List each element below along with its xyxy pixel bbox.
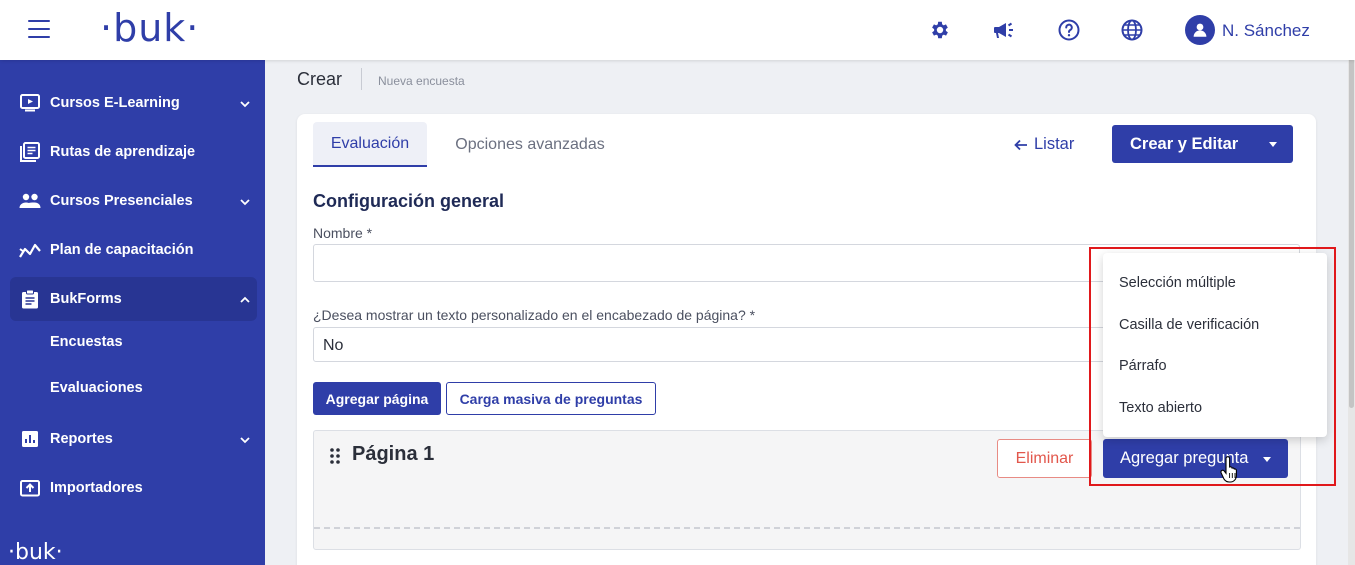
tab-opciones-avanzadas[interactable]: Opciones avanzadas xyxy=(440,122,620,167)
scrollbar[interactable] xyxy=(1348,0,1355,565)
menu-item-seleccion-multiple[interactable]: Selección múltiple xyxy=(1119,275,1236,291)
section-title: Configuración general xyxy=(313,191,505,211)
book-list-icon xyxy=(18,140,42,164)
breadcrumb-sub: Nueva encuesta xyxy=(378,74,465,88)
sidebar: Cursos E-Learning Rutas de aprendizaje C… xyxy=(0,60,265,565)
sidebar-subitem-encuestas[interactable]: Encuestas xyxy=(50,334,123,350)
gear-icon[interactable] xyxy=(926,16,954,44)
delete-page-button[interactable]: Eliminar xyxy=(997,439,1092,478)
sidebar-item-label: Reportes xyxy=(50,431,113,447)
sidebar-item-label: Plan de capacitación xyxy=(50,242,194,258)
chevron-down-icon xyxy=(239,193,251,211)
sidebar-item-importadores[interactable]: Importadores xyxy=(10,466,257,510)
top-header: ·buk· N. Sánchez xyxy=(0,0,1355,60)
username[interactable]: N. Sánchez xyxy=(1222,21,1310,41)
chevron-up-icon xyxy=(239,291,251,309)
user-icon[interactable] xyxy=(1185,15,1215,45)
upload-icon xyxy=(18,476,42,500)
buk-logo[interactable]: ·buk· xyxy=(100,6,199,50)
listar-label: Listar xyxy=(1034,135,1075,153)
sidebar-item-label: Importadores xyxy=(50,480,143,496)
caret-down-icon[interactable] xyxy=(1269,142,1277,147)
drag-handle-icon[interactable] xyxy=(330,448,340,464)
sidebar-subitem-evaluaciones[interactable]: Evaluaciones xyxy=(50,380,143,396)
hand-cursor-icon xyxy=(1220,456,1240,484)
play-screen-icon xyxy=(18,91,42,115)
sidebar-item-cursos-presenciales[interactable]: Cursos Presenciales xyxy=(10,179,257,223)
sidebar-item-reportes[interactable]: Reportes xyxy=(10,417,257,461)
sidebar-item-label: Cursos Presenciales xyxy=(50,193,193,209)
chevron-down-icon xyxy=(239,95,251,113)
arrow-left-icon xyxy=(1014,139,1028,151)
page-title: Crear xyxy=(297,69,343,89)
bulk-questions-button[interactable]: Carga masiva de preguntas xyxy=(446,382,656,415)
breadcrumb-divider xyxy=(361,68,362,90)
menu-item-texto-abierto[interactable]: Texto abierto xyxy=(1119,400,1202,416)
page-title-1: Página 1 xyxy=(352,443,435,465)
add-page-button[interactable]: Agregar página xyxy=(313,382,441,415)
megaphone-icon[interactable] xyxy=(990,16,1018,44)
caret-down-icon xyxy=(1263,457,1271,462)
sidebar-item-label: Cursos E-Learning xyxy=(50,95,180,111)
bar-report-icon xyxy=(18,427,42,451)
question-type-menu: Selección múltiple Casilla de verificaci… xyxy=(1103,253,1327,437)
clipboard-icon xyxy=(18,287,42,311)
chevron-down-icon xyxy=(239,431,251,449)
chart-line-icon xyxy=(18,238,42,262)
globe-icon[interactable] xyxy=(1118,16,1146,44)
sidebar-item-plan-capacitacion[interactable]: Plan de capacitación xyxy=(10,228,257,272)
nombre-label: Nombre * xyxy=(313,225,373,241)
crear-editar-label: Crear y Editar xyxy=(1130,134,1239,153)
sidebar-item-bukforms[interactable]: BukForms xyxy=(10,277,257,321)
header-text-label: ¿Desea mostrar un texto personalizado en… xyxy=(313,307,756,323)
drop-zone-divider xyxy=(314,527,1300,529)
crear-editar-button[interactable]: Crear y Editar xyxy=(1112,125,1293,163)
listar-link[interactable]: Listar xyxy=(1014,135,1074,154)
sidebar-footer-logo: ·buk· xyxy=(8,540,63,565)
sidebar-item-label: Rutas de aprendizaje xyxy=(50,144,196,160)
scrollbar-thumb[interactable] xyxy=(1349,28,1354,408)
add-question-button[interactable]: Agregar pregunta xyxy=(1103,439,1288,478)
sidebar-item-label: BukForms xyxy=(50,291,122,307)
people-icon xyxy=(18,189,42,213)
sidebar-item-cursos-elearning[interactable]: Cursos E-Learning xyxy=(10,81,257,125)
tab-evaluacion[interactable]: Evaluación xyxy=(313,122,427,167)
menu-icon[interactable] xyxy=(28,20,50,38)
help-icon[interactable] xyxy=(1055,16,1083,44)
menu-item-parrafo[interactable]: Párrafo xyxy=(1119,358,1167,374)
sidebar-item-rutas[interactable]: Rutas de aprendizaje xyxy=(10,130,257,174)
menu-item-casilla-verificacion[interactable]: Casilla de verificación xyxy=(1119,317,1259,333)
